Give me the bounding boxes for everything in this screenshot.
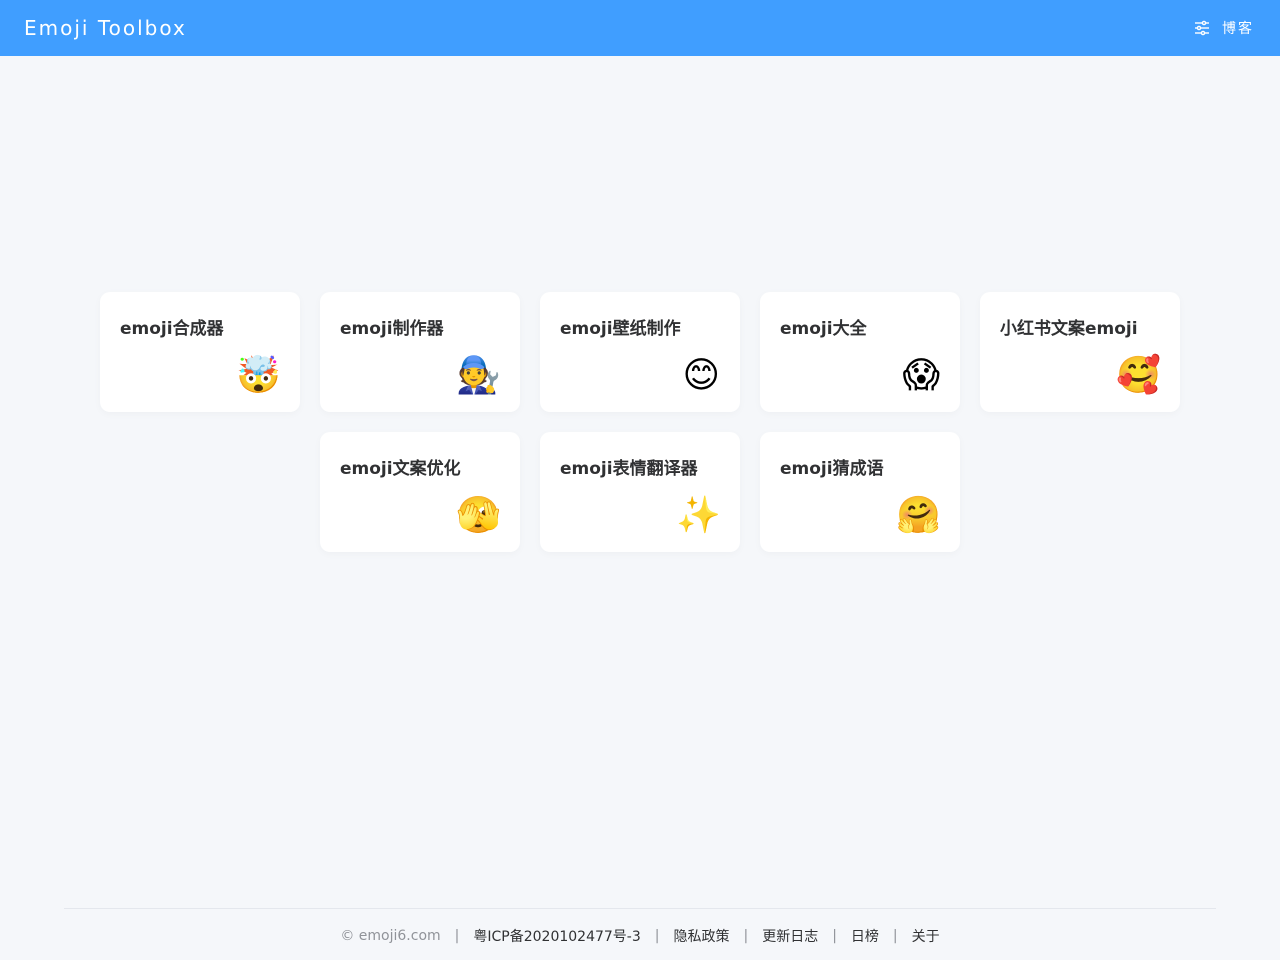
- icp-link[interactable]: 粤ICP备2020102477号-3: [473, 926, 640, 946]
- hugging-face-icon: 🤗: [896, 495, 941, 536]
- footer-separator: |: [832, 928, 837, 944]
- card-title: emoji文案优化: [340, 459, 461, 479]
- card-title: emoji大全: [780, 319, 867, 339]
- sparkles-icon: ✨: [676, 495, 721, 536]
- card-title: 小红书文案emoji: [1000, 319, 1138, 339]
- about-link[interactable]: 关于: [912, 926, 940, 946]
- card-title: emoji猜成语: [780, 459, 884, 479]
- card-emoji-collection[interactable]: emoji大全 😱: [760, 292, 960, 412]
- footer: © emoji6.com | 粤ICP备2020102477号-3 | 隐私政策…: [0, 926, 1280, 946]
- footer-divider: [64, 908, 1216, 909]
- footer-separator: |: [892, 928, 898, 944]
- card-emoji-mixer[interactable]: emoji合成器 🤯: [100, 292, 300, 412]
- privacy-policy-link[interactable]: 隐私政策: [673, 926, 729, 946]
- blog-link[interactable]: 博客: [1194, 18, 1254, 38]
- copyright-text: © emoji6.com: [340, 928, 441, 944]
- footer-separator: |: [654, 928, 660, 944]
- site-brand[interactable]: Emoji Toolbox: [24, 16, 187, 40]
- card-emoji-wallpaper[interactable]: emoji壁纸制作 😊: [540, 292, 740, 412]
- card-emoji-maker[interactable]: emoji制作器 🧑‍🔧: [320, 292, 520, 412]
- smiling-face-hearts-icon: 🥰: [1116, 355, 1161, 396]
- card-title: emoji表情翻译器: [560, 459, 698, 479]
- sliders-icon: [1194, 20, 1210, 36]
- screaming-face-icon: 😱: [902, 355, 940, 396]
- daily-rank-link[interactable]: 日榜: [851, 926, 879, 946]
- card-emoji-copy-optimize[interactable]: emoji文案优化 🫣: [320, 432, 520, 552]
- blog-link-label: 博客: [1222, 21, 1254, 37]
- card-emoji-translator[interactable]: emoji表情翻译器 ✨: [540, 432, 740, 552]
- card-title: emoji制作器: [340, 319, 444, 339]
- exploding-head-icon: 🤯: [236, 355, 281, 396]
- peeking-face-icon: 🫣: [456, 495, 501, 536]
- changelog-link[interactable]: 更新日志: [762, 926, 818, 946]
- card-title: emoji合成器: [120, 319, 224, 339]
- card-emoji-idiom-guess[interactable]: emoji猜成语 🤗: [760, 432, 960, 552]
- footer-separator: |: [743, 928, 749, 944]
- footer-separator: |: [454, 928, 460, 944]
- card-title: emoji壁纸制作: [560, 319, 681, 339]
- smiling-face-icon: 😊: [682, 355, 720, 396]
- mechanic-icon: 🧑‍🔧: [456, 355, 501, 396]
- top-header: Emoji Toolbox 博客: [0, 0, 1280, 56]
- card-xiaohongshu-emoji[interactable]: 小红书文案emoji 🥰: [980, 292, 1180, 412]
